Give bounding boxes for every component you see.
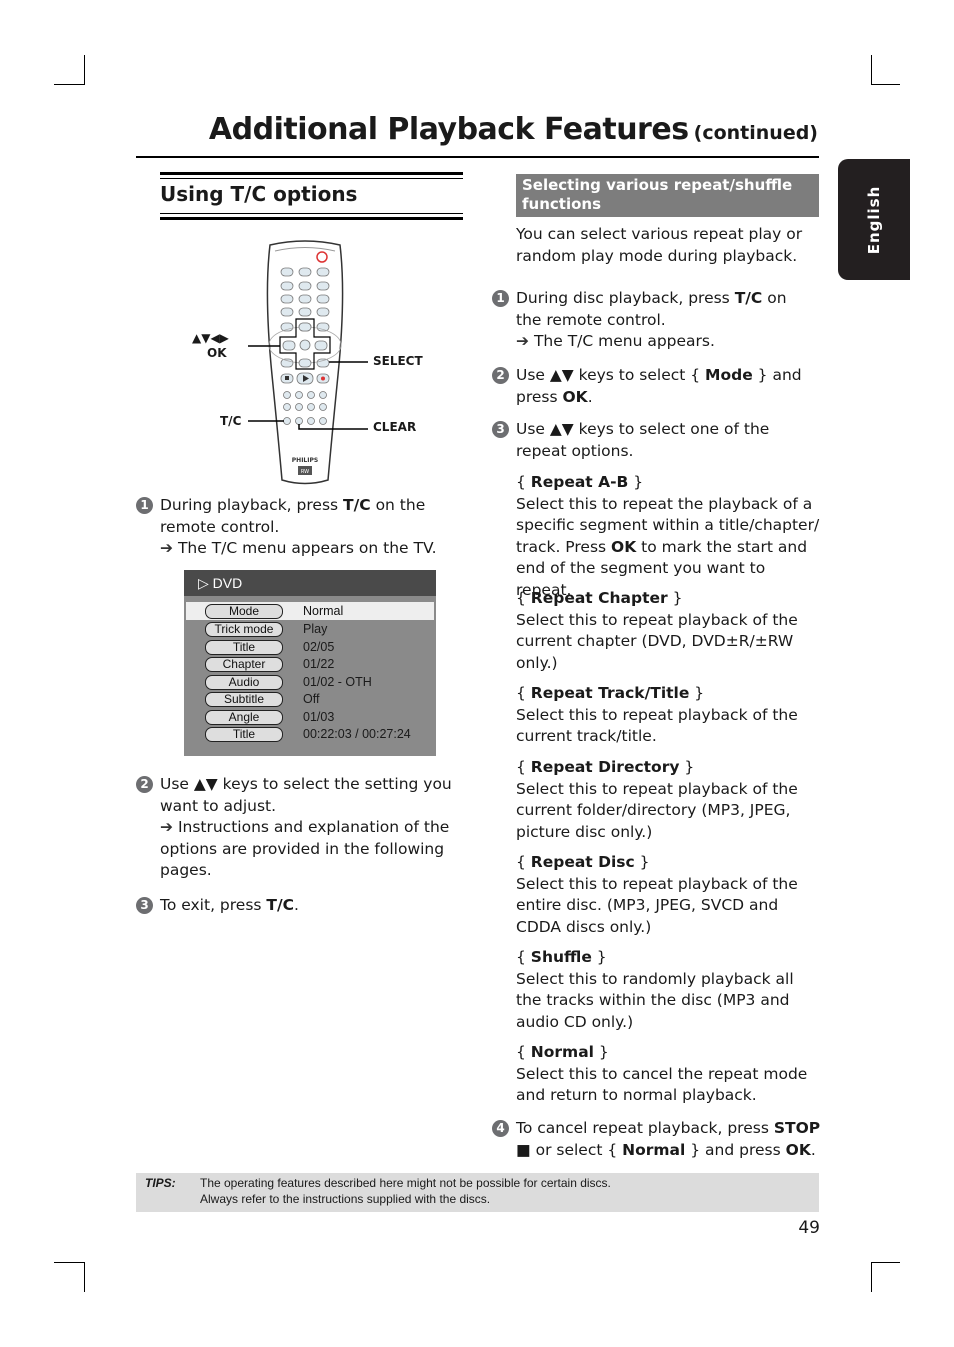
osd-header: ▷ DVD	[184, 570, 436, 596]
option-name: Repeat Disc	[530, 853, 635, 871]
language-tab-label: English	[865, 185, 883, 254]
option-name: Repeat Track/Title	[530, 684, 690, 702]
crop-mark-bl-h	[54, 1262, 85, 1263]
osd-row[interactable]: Title 02/05	[186, 638, 434, 656]
tips-text: The operating features described here mi…	[200, 1176, 611, 1206]
step-number: 4	[492, 1120, 509, 1137]
step-number: 3	[492, 421, 509, 438]
page-title-main: Additional Playback Features	[208, 112, 689, 147]
right-step-3: 3 Use ▲▼ keys to select one of the repea…	[492, 419, 821, 462]
brand-label: PHILIPS	[292, 457, 318, 464]
option-repeat-chapter: { Repeat Chapter } Select this to repeat…	[516, 589, 798, 672]
osd-row[interactable]: Mode Normal	[186, 602, 434, 620]
callout-ok: OK	[207, 346, 227, 360]
power-button-icon	[316, 251, 328, 263]
page-number: 49	[798, 1218, 820, 1238]
option-repeat-track-title: { Repeat Track/Title } Select this to re…	[516, 684, 798, 745]
option-repeat-directory: { Repeat Directory } Select this to repe…	[516, 758, 798, 841]
crop-mark-br-v	[871, 1262, 872, 1292]
crop-mark-tl-v	[84, 55, 85, 85]
osd-row[interactable]: Subtitle Off	[186, 690, 434, 708]
section-heading-tc-options: Using T/C options	[160, 172, 463, 222]
osd-row[interactable]: Angle 01/03	[186, 708, 434, 726]
left-step-1: 1 During playback, press T/C on the remo…	[136, 495, 450, 560]
remote-control-illustration: PHILIPS RW ▲▼◀▶ OK SELECT T/C CLEAR	[180, 235, 460, 495]
page-title-continued: (continued)	[693, 122, 818, 144]
step-number: 3	[136, 897, 153, 914]
language-tab: English	[838, 159, 910, 280]
crop-mark-tl-h	[54, 84, 85, 85]
option-name: Repeat Chapter	[530, 589, 668, 607]
osd-row[interactable]: Trick mode Play	[186, 620, 434, 638]
option-name: Normal	[530, 1043, 594, 1061]
callout-clear: CLEAR	[373, 420, 417, 434]
crop-mark-br-h	[871, 1262, 900, 1263]
option-repeat-disc: { Repeat Disc } Select this to repeat pl…	[516, 853, 798, 936]
osd-row[interactable]: Audio 01/02 - OTH	[186, 673, 434, 691]
tc-menu-screen: ▷ DVD Mode Normal Trick mode Play Title 02/…	[184, 570, 436, 756]
callout-tc: T/C	[220, 414, 242, 428]
step-number: 2	[492, 367, 509, 384]
crop-mark-tr-v	[871, 55, 872, 85]
step-number: 1	[492, 290, 509, 307]
option-repeat-ab: { Repeat A-B } Select this to repeat the…	[516, 473, 820, 599]
osd-row[interactable]: Chapter 01/22	[186, 655, 434, 673]
title-rule	[136, 156, 819, 158]
option-normal: { Normal } Select this to cancel the rep…	[516, 1043, 808, 1104]
crop-mark-bl-v	[84, 1262, 85, 1292]
section-title: Using T/C options	[160, 182, 358, 206]
tips-label: TIPS:	[145, 1176, 176, 1190]
right-step-4: 4 To cancel repeat playback, press STOP …	[492, 1118, 821, 1161]
option-shuffle: { Shuffle } Select this to randomly play…	[516, 948, 794, 1031]
result-arrow-icon: ➔	[516, 332, 529, 350]
intro-paragraph: You can select various repeat play or ra…	[516, 225, 803, 265]
option-name: Repeat A-B	[530, 473, 629, 491]
crop-mark-tr-h	[871, 84, 900, 85]
left-step-3: 3 To exit, press T/C.	[136, 895, 450, 917]
rw-logo: RW	[301, 469, 309, 475]
callout-arrow-keys: ▲▼◀▶	[192, 331, 229, 345]
right-step-2: 2 Use ▲▼ keys to select { Mode } and pre…	[492, 365, 816, 408]
right-step-1: 1 During disc playback, press T/C on the…	[492, 288, 816, 353]
step-number: 2	[136, 776, 153, 793]
option-name: Shuffle	[530, 948, 592, 966]
step-number: 1	[136, 497, 153, 514]
option-name: Repeat Directory	[530, 758, 680, 776]
callout-select: SELECT	[373, 354, 423, 368]
section-heading-repeat-shuffle: Selecting various repeat/shuffle functio…	[516, 174, 819, 217]
page-title: Additional Playback Features (continued)	[136, 112, 818, 147]
result-arrow-icon: ➔	[160, 539, 173, 557]
tips-box: TIPS: The operating features described h…	[136, 1173, 819, 1212]
result-arrow-icon: ➔	[160, 818, 173, 836]
left-step-2: 2 Use ▲▼ keys to select the setting you …	[136, 774, 452, 882]
section-title: Selecting various repeat/shuffle functio…	[522, 176, 793, 213]
osd-row[interactable]: Title 00:22:03 / 00:27:24	[186, 725, 434, 743]
